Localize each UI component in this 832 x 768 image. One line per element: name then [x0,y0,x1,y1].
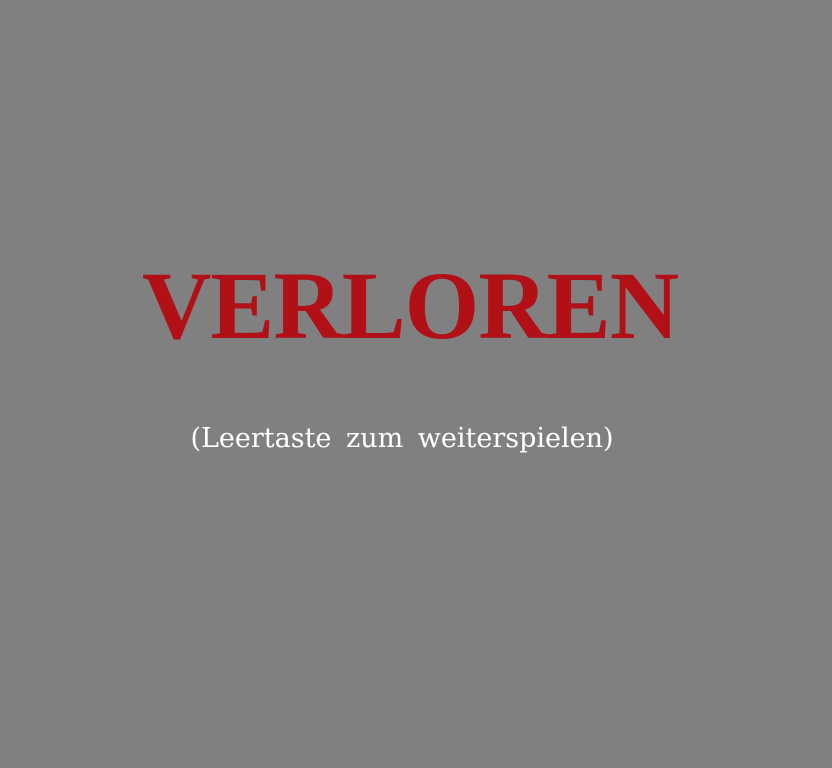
game-over-screen: VERLOREN (Leertaste zum weiterspielen) [0,0,832,768]
game-over-title: VERLOREN [141,252,679,359]
continue-hint: (Leertaste zum weiterspielen) [190,423,614,454]
